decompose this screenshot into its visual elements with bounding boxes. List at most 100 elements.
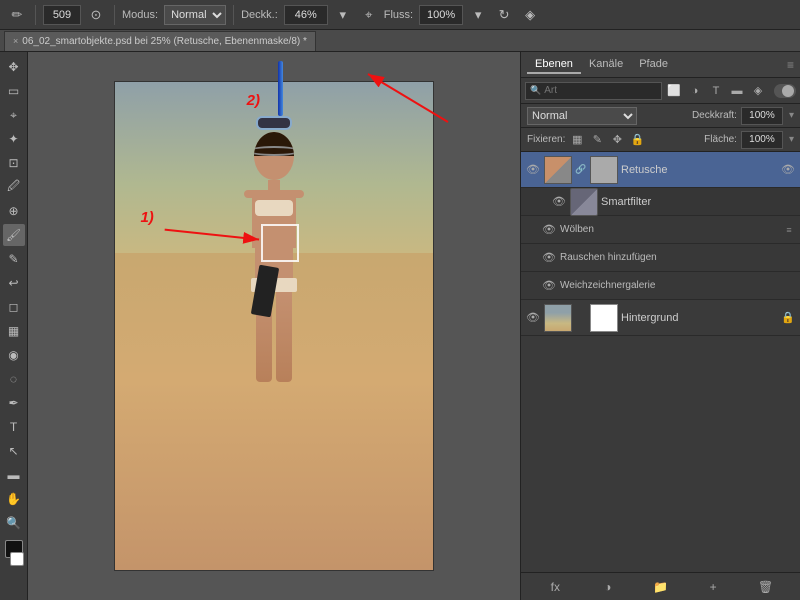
retusche-visibility-end[interactable]: 👁 [780,162,796,178]
hand-tool[interactable]: ✋ [3,488,25,510]
eyedropper-tool[interactable]: 🖉 [3,176,25,198]
fluss-input[interactable] [419,5,463,25]
layer-woelben[interactable]: 👁 Wölben ≡ [521,216,800,244]
opacity-arrow[interactable]: ▾ [789,110,794,121]
tab-close-x[interactable]: × [13,36,18,46]
layer-weichzeichner[interactable]: 👁 Weichzeichnergalerie [521,272,800,300]
layers-panel: Ebenen Kanäle Pfade ≡ 🔍 ⬜ ◑ T ▬ ◈ Normal [520,52,800,600]
filter-pixel-icon[interactable]: ⬜ [665,82,683,100]
flaeche-input[interactable] [741,131,783,149]
layer-search-box[interactable]: 🔍 [525,82,662,100]
thumb-retusche-mask [590,156,618,184]
crop-tool[interactable]: ⊡ [3,152,25,174]
label-2: 2) [247,92,260,109]
new-group-button[interactable]: 📁 [650,577,670,597]
text-tool[interactable]: T [3,416,25,438]
gradient-tool[interactable]: ▦ [3,320,25,342]
pressure-icon[interactable]: ◈ [519,4,541,26]
circle-marker [261,224,299,262]
fix-brush-icon[interactable]: ✎ [589,132,605,148]
brush-tool[interactable]: 🖌 [3,224,25,246]
layers-list: 👁 🔗 Retusche 👁 👁 Smartfilter 👁 Wölben ≡ [521,152,800,572]
filter-adjust-icon[interactable]: ◑ [686,82,704,100]
opacity-label: Deckkraft: [692,110,737,121]
main-area: ✥ ▭ ⌖ ✦ ⊡ 🖉 ⊕ 🖌 ✎ ↩ ◻ ▦ ◉ ◌ ✒ T ↖ ▬ ✋ 🔍 [0,52,800,600]
tab-kanaele[interactable]: Kanäle [581,56,631,74]
healing-tool[interactable]: ⊕ [3,200,25,222]
blur-tool[interactable]: ◉ [3,344,25,366]
history-brush-tool[interactable]: ↩ [3,272,25,294]
blend-mode-select[interactable]: Normal [527,107,637,125]
fix-lock-icon[interactable]: 🔒 [629,132,645,148]
flaeche-arrow[interactable]: ▾ [789,134,794,145]
filter-shape-icon[interactable]: ▬ [728,82,746,100]
background-color[interactable] [10,552,24,566]
fix-checkered-icon[interactable]: ▦ [569,132,585,148]
modus-select[interactable]: Normal [164,5,226,25]
fix-move-icon[interactable]: ✥ [609,132,625,148]
fluss-arrow[interactable]: ▾ [467,4,489,26]
person-head [254,132,294,180]
eraser-tool[interactable]: ◻ [3,296,25,318]
move-tool[interactable]: ✥ [3,56,25,78]
label-1: 1) [140,209,153,226]
visibility-weichzeichner[interactable]: 👁 [541,278,557,294]
layer-rauschen-name: Rauschen hinzufügen [560,252,796,263]
deckk-label: Deckk.: [241,9,278,21]
separator-3 [233,5,234,25]
shape-tool[interactable]: ▬ [3,464,25,486]
canvas-area[interactable]: 1) 2) [28,52,520,600]
tab-ebenen[interactable]: Ebenen [527,56,581,74]
lasso-tool[interactable]: ⌖ [3,104,25,126]
fx-button[interactable]: fx [545,577,565,597]
brush-size-icon[interactable]: ⊙ [85,4,107,26]
magic-wand-tool[interactable]: ✦ [3,128,25,150]
angle-icon[interactable]: ↻ [493,4,515,26]
panel-tabs: Ebenen Kanäle Pfade ≡ [521,52,800,78]
visibility-smartfilter[interactable]: 👁 [551,194,567,210]
clone-stamp-tool[interactable]: ✎ [3,248,25,270]
layer-search-input[interactable] [544,85,657,96]
dodge-tool[interactable]: ◌ [3,368,25,390]
deckk-input[interactable] [284,5,328,25]
delete-layer-button[interactable]: 🗑 [756,577,776,597]
search-icon: 🔍 [530,85,541,96]
filter-text-icon[interactable]: T [707,82,725,100]
visibility-hintergrund[interactable]: 👁 [525,310,541,326]
document-tab[interactable]: × 06_02_smartobjekte.psd bei 25% (Retusc… [4,31,316,51]
thumb-hg-mask [590,304,618,332]
panel-menu-icon[interactable]: ≡ [787,58,794,72]
new-layer-button[interactable]: + [703,577,723,597]
path-select-tool[interactable]: ↖ [3,440,25,462]
filter-smart-icon[interactable]: ◈ [749,82,767,100]
top-toolbar: ✏ ⊙ Modus: Normal Deckk.: ▾ ⌖ Fluss: ▾ ↻… [0,0,800,30]
airbrush-icon[interactable]: ⌖ [358,4,380,26]
visibility-retusche[interactable]: 👁 [525,162,541,178]
deckk-arrow[interactable]: ▾ [332,4,354,26]
link-hintergrund [575,312,587,324]
fixieren-row: Fixieren: ▦ ✎ ✥ 🔒 Fläche: ▾ [521,128,800,152]
layer-hintergrund-name: Hintergrund [621,312,777,324]
visibility-woelben[interactable]: 👁 [541,222,557,238]
selection-rect-tool[interactable]: ▭ [3,80,25,102]
brush-tool-icon[interactable]: ✏ [6,4,28,26]
panel-filter-toolbar: 🔍 ⬜ ◑ T ▬ ◈ [521,78,800,104]
panel-bottom: fx ◑ 📁 + 🗑 [521,572,800,600]
brush-size-input[interactable] [43,5,81,25]
layer-hintergrund[interactable]: 👁 Hintergrund 🔒 [521,300,800,336]
flaeche-label: Fläche: [704,134,737,145]
filter-toggle[interactable] [774,84,796,98]
thumb-retusche [544,156,572,184]
visibility-rauschen[interactable]: 👁 [541,250,557,266]
zoom-tool[interactable]: 🔍 [3,512,25,534]
left-toolbar: ✥ ▭ ⌖ ✦ ⊡ 🖉 ⊕ 🖌 ✎ ↩ ◻ ▦ ◉ ◌ ✒ T ↖ ▬ ✋ 🔍 [0,52,28,600]
pen-tool[interactable]: ✒ [3,392,25,414]
tab-pfade[interactable]: Pfade [631,56,676,74]
layer-weichzeichner-name: Weichzeichnergalerie [560,280,796,291]
layer-rauschen[interactable]: 👁 Rauschen hinzufügen [521,244,800,272]
opacity-input[interactable] [741,107,783,125]
layer-retusche[interactable]: 👁 🔗 Retusche 👁 [521,152,800,188]
canvas-image: 1) [114,81,434,571]
new-adjustment-button[interactable]: ◑ [598,577,618,597]
layer-smartfilter[interactable]: 👁 Smartfilter [521,188,800,216]
